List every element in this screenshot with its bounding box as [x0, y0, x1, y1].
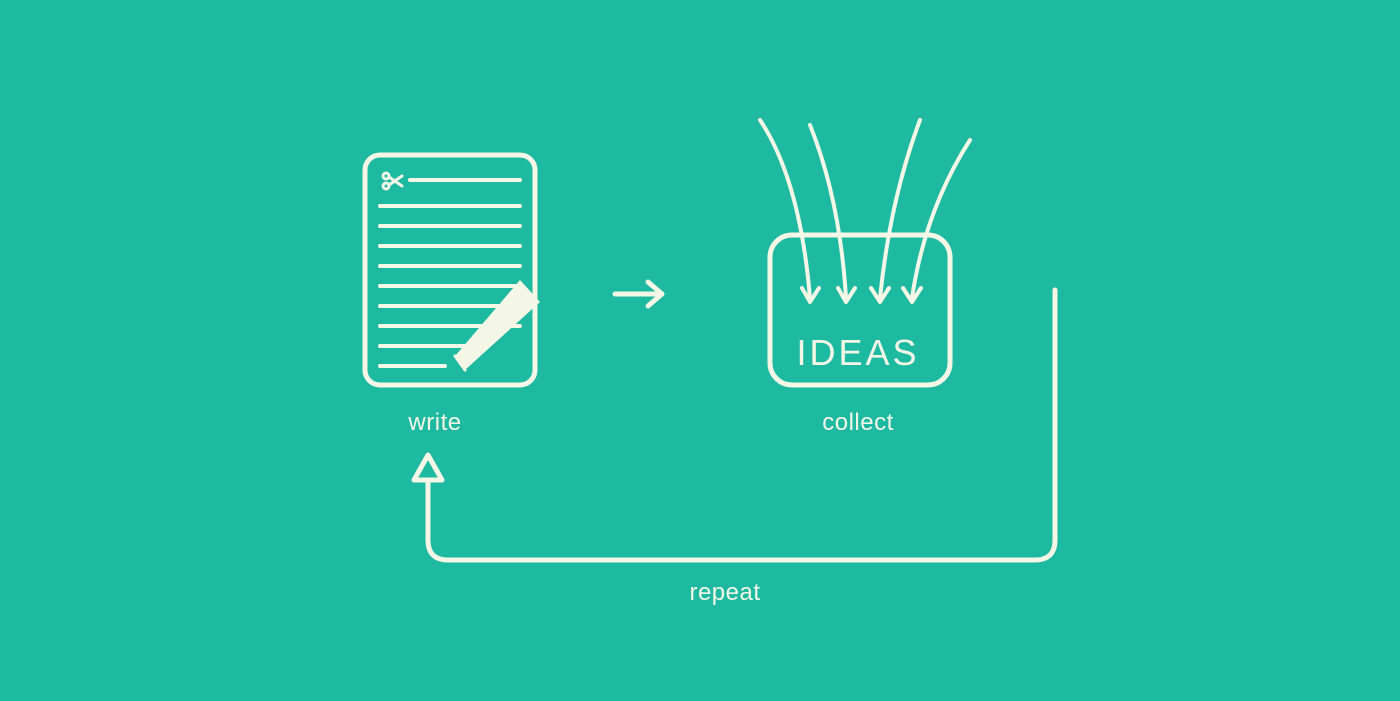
collect-label: collect: [822, 409, 894, 436]
ideas-box-text: IDEAS: [796, 332, 919, 373]
repeat-label: repeat: [689, 579, 760, 606]
write-node: [365, 155, 540, 385]
arrow-write-to-collect: [615, 282, 662, 306]
collect-node: IDEAS: [760, 120, 970, 385]
process-diagram: write IDEAS: [0, 0, 1400, 701]
repeat-arrow: [414, 290, 1055, 560]
write-label: write: [407, 409, 461, 436]
